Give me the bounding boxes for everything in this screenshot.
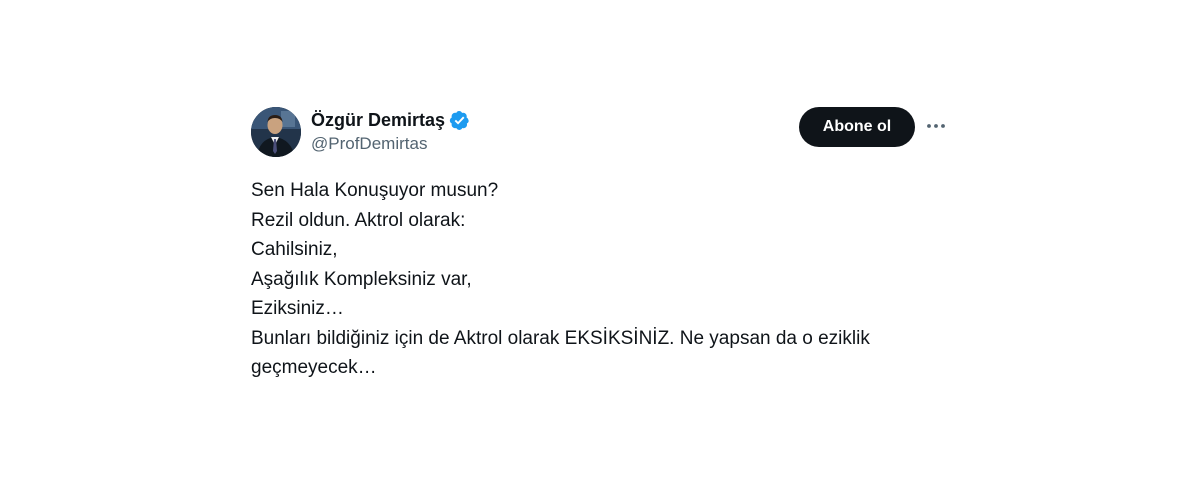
tweet-line: Sen Hala Konuşuyor musun? <box>251 180 499 201</box>
avatar[interactable] <box>251 107 301 157</box>
tweet-header: Özgür Demirtaş @ProfDemirtas Abone ol <box>251 105 951 157</box>
tweet-line: geçmeyecek… <box>251 357 377 378</box>
follow-button[interactable]: Abone ol <box>799 107 915 147</box>
display-name[interactable]: Özgür Demirtaş <box>311 108 445 132</box>
more-horizontal-icon[interactable] <box>925 115 947 137</box>
tweet-line: Eziksiniz… <box>251 298 344 319</box>
tweet-text: Sen Hala Konuşuyor musun? Rezil oldun. A… <box>251 176 951 383</box>
tweet-line: Aşağılık Kompleksiniz var, <box>251 268 472 290</box>
avatar-photo-icon <box>251 107 301 157</box>
tweet-line: Cahilsiniz, <box>251 239 338 260</box>
verified-badge-icon <box>449 110 469 130</box>
user-handle[interactable]: @ProfDemirtas <box>311 132 470 156</box>
author-names: Özgür Demirtaş @ProfDemirtas <box>311 108 470 156</box>
tweet-card: Özgür Demirtaş @ProfDemirtas Abone ol Se… <box>251 105 951 383</box>
tweet-line: Rezil oldun. Aktrol olarak: <box>251 209 466 231</box>
name-row: Özgür Demirtaş <box>311 108 470 132</box>
tweet-line: Bunları bildiğiniz için de Aktrol olarak… <box>251 327 870 349</box>
